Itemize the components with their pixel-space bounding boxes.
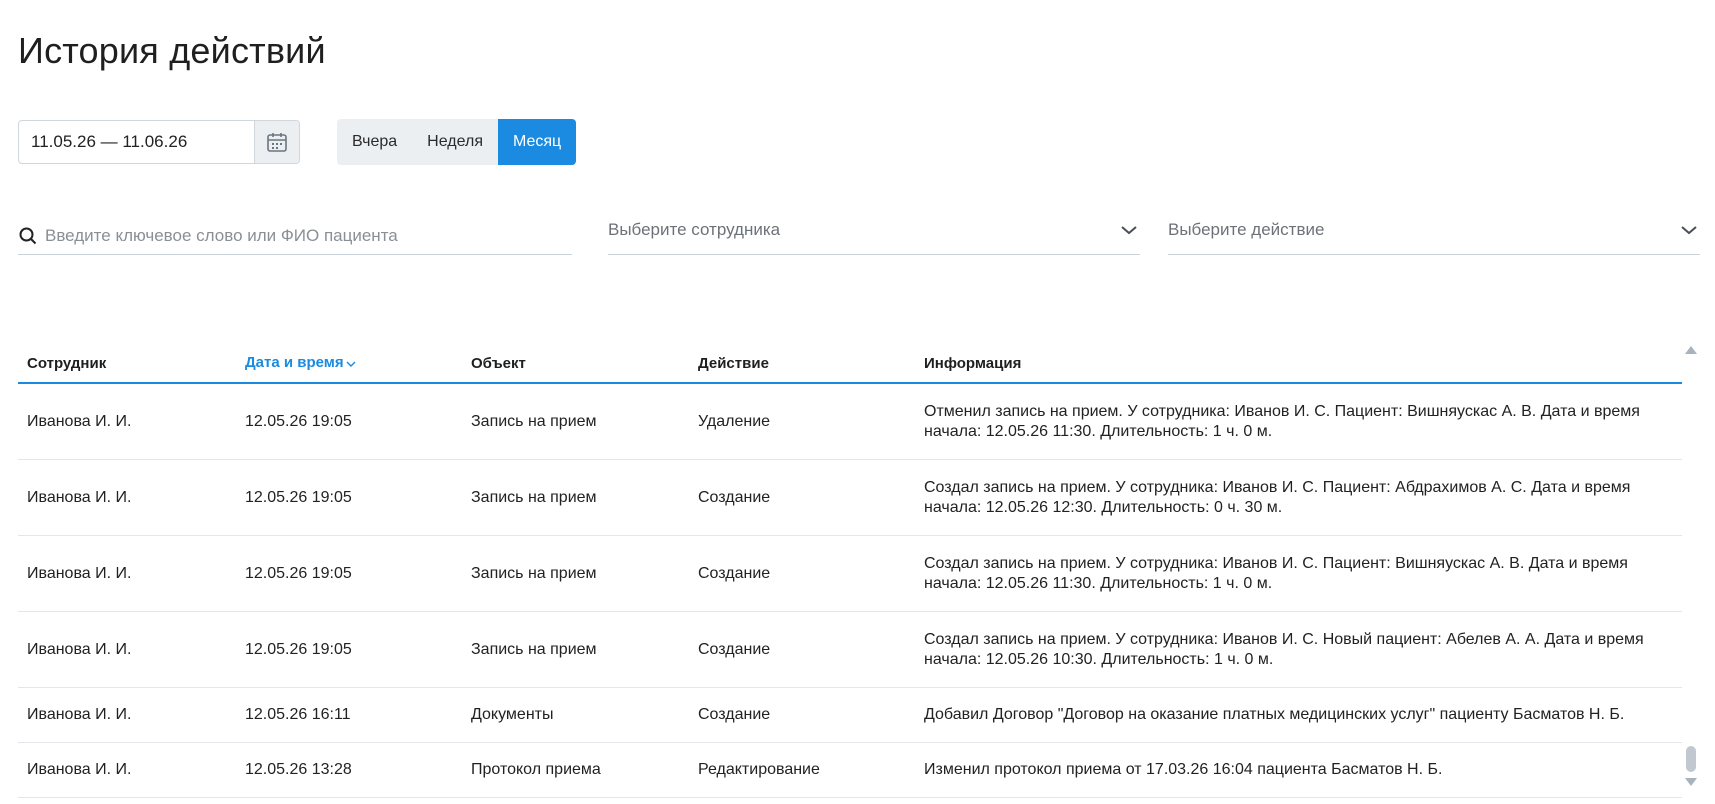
action-select-placeholder: Выберите действие: [1168, 220, 1325, 239]
cell-object: Протокол приема: [471, 761, 601, 778]
cell-object: Запись на прием: [471, 640, 597, 658]
table-row[interactable]: Иванова И. И. 12.05.26 13:28 Протокол пр…: [18, 743, 1682, 798]
cell-employee: Иванова И. И.: [27, 761, 132, 778]
header-object[interactable]: Объект: [462, 355, 689, 372]
action-select[interactable]: Выберите действие: [1168, 206, 1700, 255]
cell-employee: Иванова И. И.: [27, 564, 132, 582]
cell-action: Удаление: [698, 412, 771, 430]
chevron-down-icon: [1118, 219, 1140, 241]
scrollbar-thumb[interactable]: [1686, 746, 1696, 772]
search-placeholder: Введите ключевое слово или ФИО пациента: [45, 226, 398, 245]
page-title: История действий: [18, 30, 326, 71]
cell-employee: Иванова И. И.: [27, 488, 132, 506]
header-employee[interactable]: Сотрудник: [18, 355, 236, 372]
cell-datetime: 12.05.26 13:28: [245, 761, 352, 778]
date-range-value[interactable]: 11.05.26 — 11.06.26: [19, 121, 254, 163]
cell-info: Отменил запись на прием. У сотрудника: И…: [924, 402, 1640, 440]
cell-action: Создание: [698, 706, 771, 723]
scroll-up-arrow-icon[interactable]: [1683, 344, 1699, 356]
cell-object: Запись на прием: [471, 412, 597, 430]
table-header: Сотрудник Дата и время Объект Действие И…: [18, 344, 1682, 384]
calendar-icon: [267, 133, 287, 152]
cell-employee: Иванова И. И.: [27, 412, 132, 430]
table-row[interactable]: Иванова И. И. 12.05.26 19:05 Запись на п…: [18, 460, 1682, 536]
cell-employee: Иванова И. И.: [27, 706, 132, 723]
period-month-button[interactable]: Месяц: [497, 119, 577, 165]
table-row[interactable]: Иванова И. И. 12.05.26 19:05 Запись на п…: [18, 384, 1682, 460]
cell-object: Запись на прием: [471, 564, 597, 582]
cell-object: Документы: [471, 706, 554, 723]
period-yesterday-button[interactable]: Вчера: [337, 119, 412, 165]
date-range-picker[interactable]: 11.05.26 — 11.06.26: [18, 120, 300, 164]
cell-info: Изменил протокол приема от 17.03.26 16:0…: [924, 761, 1443, 778]
header-info[interactable]: Информация: [915, 355, 1682, 372]
cell-action: Редактирование: [698, 761, 820, 778]
employee-select-placeholder: Выберите сотрудника: [608, 220, 781, 239]
header-datetime[interactable]: Дата и время: [236, 354, 462, 372]
period-week-button[interactable]: Неделя: [412, 119, 498, 165]
chevron-down-icon: [1678, 219, 1700, 241]
cell-datetime: 12.05.26 16:11: [245, 706, 351, 723]
search-icon: [18, 226, 38, 246]
cell-datetime: 12.05.26 19:05: [245, 488, 352, 506]
cell-action: Создание: [698, 564, 771, 582]
cell-info: Создал запись на прием. У сотрудника: Ив…: [924, 630, 1644, 668]
cell-action: Создание: [698, 488, 771, 506]
cell-info: Создал запись на прием. У сотрудника: Ив…: [924, 554, 1628, 592]
employee-select[interactable]: Выберите сотрудника: [608, 206, 1140, 255]
header-action[interactable]: Действие: [689, 355, 915, 372]
table-row[interactable]: Иванова И. И. 12.05.26 16:11 Документы С…: [18, 688, 1682, 743]
sort-desc-icon: [346, 355, 356, 372]
scroll-down-arrow-icon[interactable]: [1683, 776, 1699, 788]
period-switcher: Вчера Неделя Месяц: [337, 119, 577, 165]
table-row[interactable]: Иванова И. И. 12.05.26 19:05 Запись на п…: [18, 612, 1682, 688]
search-input[interactable]: Введите ключевое слово или ФИО пациента: [18, 218, 572, 255]
cell-employee: Иванова И. И.: [27, 640, 132, 658]
cell-info: Создал запись на прием. У сотрудника: Ив…: [924, 478, 1631, 516]
cell-datetime: 12.05.26 19:05: [245, 564, 352, 582]
cell-object: Запись на прием: [471, 488, 597, 506]
cell-datetime: 12.05.26 19:05: [245, 412, 352, 430]
table-row[interactable]: Иванова И. И. 12.05.26 19:05 Запись на п…: [18, 536, 1682, 612]
cell-action: Создание: [698, 640, 771, 658]
cell-info: Добавил Договор "Договор на оказание пла…: [924, 706, 1625, 723]
history-table: Сотрудник Дата и время Объект Действие И…: [18, 344, 1682, 798]
calendar-button[interactable]: [254, 121, 299, 163]
cell-datetime: 12.05.26 19:05: [245, 640, 352, 658]
header-datetime-label: Дата и время: [245, 354, 344, 372]
